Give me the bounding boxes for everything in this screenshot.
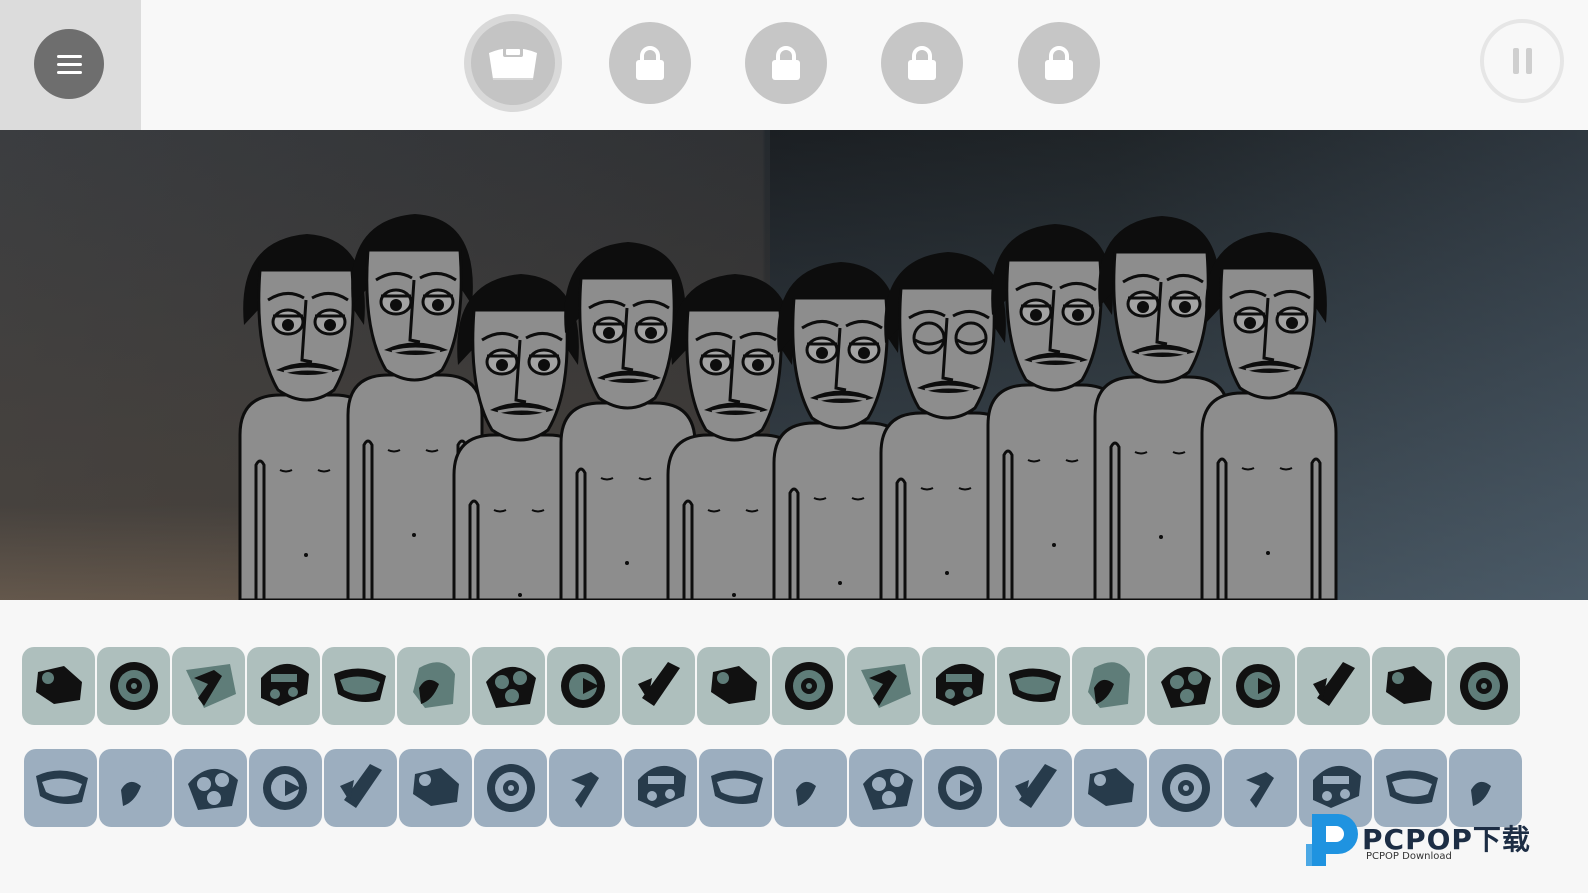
voice-4-icon bbox=[1087, 662, 1130, 708]
sound-icon-tray-top bbox=[22, 647, 1520, 725]
sound-icon-tray-bottom bbox=[24, 749, 1522, 827]
sound-slot-effect-c[interactable] bbox=[474, 749, 547, 827]
pcpop-logo bbox=[1306, 814, 1358, 866]
sound-slot-effect-b[interactable] bbox=[399, 749, 472, 827]
effect-b-icon bbox=[412, 768, 459, 806]
effect-2-icon bbox=[260, 663, 309, 706]
sound-slot-voice-4[interactable] bbox=[1072, 647, 1145, 725]
character-10[interactable] bbox=[1194, 228, 1344, 600]
lock-icon bbox=[908, 46, 936, 80]
sound-slot-effect-1[interactable] bbox=[172, 647, 245, 725]
melody-e-icon bbox=[937, 766, 982, 810]
sound-slot-effect-3[interactable] bbox=[322, 647, 395, 725]
melody-a-icon bbox=[637, 765, 686, 808]
lock-icon bbox=[636, 46, 664, 80]
lock-icon bbox=[772, 46, 800, 80]
sound-slot-melody-4[interactable] bbox=[697, 647, 770, 725]
watermark: PCPOP下载 PCPOP Download bbox=[1304, 806, 1574, 870]
sound-slot-effect-4[interactable] bbox=[397, 647, 470, 725]
menu-button[interactable] bbox=[34, 29, 104, 99]
voice-6-icon bbox=[1235, 664, 1280, 708]
sound-slot-effect-a[interactable] bbox=[324, 749, 397, 827]
effect-a-icon bbox=[339, 764, 382, 808]
cap-icon bbox=[489, 47, 537, 80]
melody-b-icon bbox=[710, 770, 763, 804]
sound-slot-melody-2[interactable] bbox=[547, 647, 620, 725]
beat-1-icon bbox=[35, 666, 82, 704]
effect-4-icon bbox=[412, 662, 455, 708]
pause-button[interactable] bbox=[1480, 19, 1564, 103]
voice-7-icon bbox=[1312, 662, 1355, 706]
sound-slot-voice-5[interactable] bbox=[1147, 647, 1220, 725]
melody-4-icon bbox=[710, 666, 757, 704]
sound-slot-voice-9[interactable] bbox=[1447, 647, 1520, 725]
voice-1-icon bbox=[860, 664, 911, 708]
sound-slot-beat-b[interactable] bbox=[99, 749, 172, 827]
bonus-slot-2-locked[interactable] bbox=[609, 22, 691, 104]
sound-slot-voice-3[interactable] bbox=[997, 647, 1070, 725]
lock-icon bbox=[1045, 46, 1073, 80]
sound-slot-beat-c[interactable] bbox=[174, 749, 247, 827]
bonus-slot-4-locked[interactable] bbox=[881, 22, 963, 104]
effect-d-icon bbox=[562, 766, 613, 810]
top-bar bbox=[0, 0, 1588, 130]
voice-3-icon bbox=[1008, 668, 1061, 702]
sound-slot-melody-a[interactable] bbox=[624, 749, 697, 827]
voice-a-icon bbox=[1014, 764, 1057, 808]
voice-9-icon bbox=[1459, 662, 1508, 710]
effect-3-icon bbox=[333, 668, 386, 702]
sound-slot-voice-a[interactable] bbox=[999, 749, 1072, 827]
sound-slot-melody-b[interactable] bbox=[699, 749, 772, 827]
sound-slot-disc[interactable] bbox=[97, 647, 170, 725]
sound-slot-effect-d[interactable] bbox=[549, 749, 622, 827]
bonus-slot-5-locked[interactable] bbox=[1018, 22, 1100, 104]
sound-slot-beat-1[interactable] bbox=[22, 647, 95, 725]
hamburger-icon bbox=[56, 54, 82, 58]
voice-2-icon bbox=[935, 663, 984, 706]
melody-3-icon bbox=[637, 662, 680, 706]
melody-1-icon bbox=[485, 666, 536, 708]
sound-slot-voice-2[interactable] bbox=[922, 647, 995, 725]
sound-slot-melody-1[interactable] bbox=[472, 647, 545, 725]
voice-d-icon bbox=[1237, 766, 1288, 810]
menu-pane bbox=[0, 0, 141, 130]
effect-c-icon bbox=[486, 764, 535, 812]
bonus-slot-1[interactable] bbox=[464, 14, 562, 112]
sound-slot-melody-3[interactable] bbox=[622, 647, 695, 725]
effect-1-icon bbox=[185, 664, 236, 708]
disc-icon bbox=[109, 662, 158, 710]
sound-slot-voice-1[interactable] bbox=[847, 647, 920, 725]
sound-slot-melody-5[interactable] bbox=[772, 647, 845, 725]
sound-slot-beat-d[interactable] bbox=[249, 749, 322, 827]
sound-slot-voice-c[interactable] bbox=[1149, 749, 1222, 827]
voice-b-icon bbox=[1087, 768, 1134, 806]
voice-c-icon bbox=[1161, 764, 1210, 812]
melody-2-icon bbox=[560, 664, 605, 708]
sound-slot-voice-d[interactable] bbox=[1224, 749, 1297, 827]
voice-8-icon bbox=[1385, 666, 1432, 704]
sound-slot-voice-6[interactable] bbox=[1222, 647, 1295, 725]
melody-c-icon bbox=[789, 764, 832, 810]
sound-slot-melody-c[interactable] bbox=[774, 749, 847, 827]
beat-c-icon bbox=[187, 768, 238, 810]
beat-b-icon bbox=[114, 764, 157, 810]
sound-slot-voice-7[interactable] bbox=[1297, 647, 1370, 725]
stage bbox=[0, 130, 1588, 600]
melody-d-icon bbox=[862, 768, 913, 810]
sound-slot-effect-2[interactable] bbox=[247, 647, 320, 725]
sound-slot-melody-d[interactable] bbox=[849, 749, 922, 827]
beat-d-icon bbox=[262, 766, 307, 810]
sound-slot-voice-8[interactable] bbox=[1372, 647, 1445, 725]
melody-5-icon bbox=[784, 662, 833, 710]
sound-slot-voice-b[interactable] bbox=[1074, 749, 1147, 827]
sound-slot-beat-a[interactable] bbox=[24, 749, 97, 827]
voice-5-icon bbox=[1160, 666, 1211, 708]
beat-a-icon bbox=[35, 770, 88, 804]
sound-slot-melody-e[interactable] bbox=[924, 749, 997, 827]
pause-icon bbox=[1512, 48, 1519, 74]
bonus-slot-3-locked[interactable] bbox=[745, 22, 827, 104]
watermark-sub: PCPOP Download bbox=[1366, 851, 1452, 862]
